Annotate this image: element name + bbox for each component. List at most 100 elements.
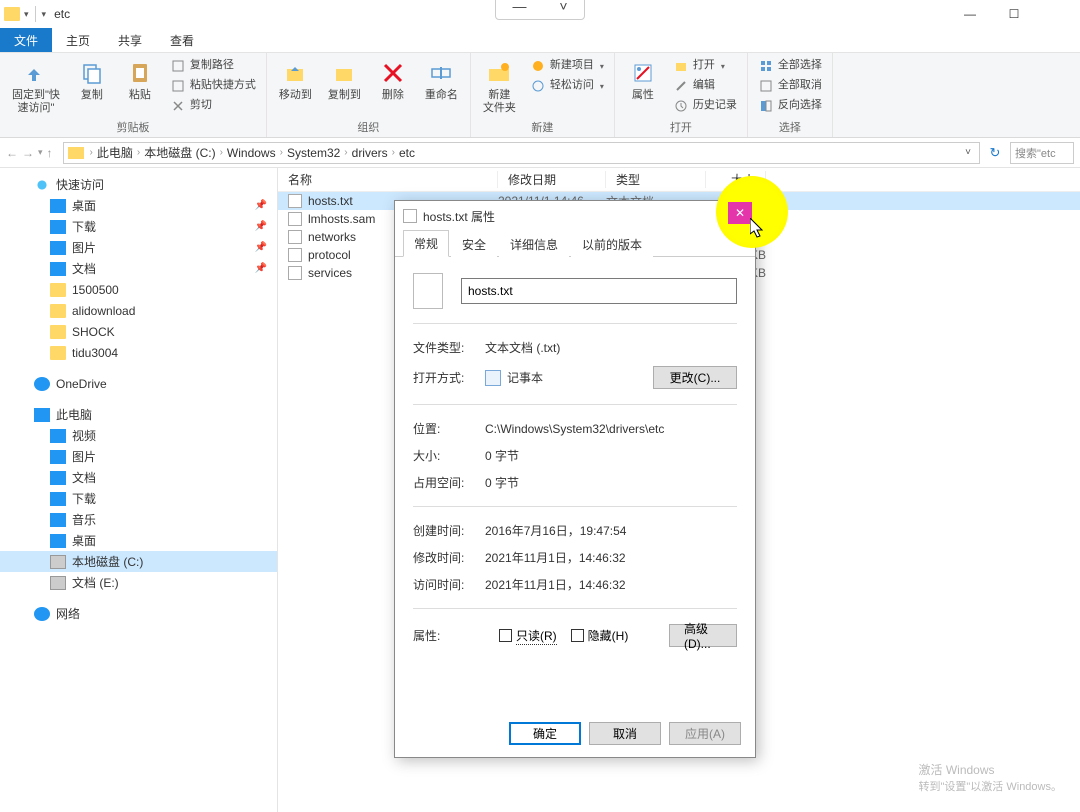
tab-security[interactable]: 安全 xyxy=(451,231,497,257)
maximize-button[interactable]: ☐ xyxy=(992,0,1036,28)
sidebar-quick-access[interactable]: 快速访问 xyxy=(0,174,277,195)
sidebar-item-pictures[interactable]: 图片📌 xyxy=(0,237,277,258)
up-button[interactable]: ↑ xyxy=(47,146,53,160)
refresh-button[interactable]: ↻ xyxy=(984,145,1006,161)
move-to-button[interactable]: 移动到 xyxy=(275,57,316,104)
folder-icon xyxy=(50,325,66,339)
cancel-button[interactable]: 取消 xyxy=(589,722,661,745)
crumb-system32[interactable]: System32 xyxy=(283,146,344,160)
filename-input[interactable]: hosts.txt xyxy=(461,278,737,304)
crumb-drivers[interactable]: drivers xyxy=(348,146,392,160)
apply-button[interactable]: 应用(A) xyxy=(669,722,741,745)
pin-quick-access-button[interactable]: 固定到"快 速访问" xyxy=(8,57,64,117)
rename-button[interactable]: 重命名 xyxy=(421,57,462,104)
sidebar-item-drive-e[interactable]: 文档 (E:) xyxy=(0,572,277,593)
tab-details[interactable]: 详细信息 xyxy=(499,231,569,257)
sidebar-item-documents[interactable]: 文档 xyxy=(0,467,277,488)
tab-previous-versions[interactable]: 以前的版本 xyxy=(571,231,653,257)
col-name[interactable]: 名称 xyxy=(278,171,498,188)
breadcrumb[interactable]: › 此电脑› 本地磁盘 (C:)› Windows› System32› dri… xyxy=(63,142,980,164)
readonly-checkbox[interactable]: 只读(R) xyxy=(499,627,557,645)
history-button[interactable]: 历史记录 xyxy=(671,97,739,115)
qa-overflow-icon[interactable]: ▾ xyxy=(42,9,47,20)
delete-button[interactable]: 删除 xyxy=(373,57,413,104)
size-label: 大小: xyxy=(413,447,485,464)
sidebar-item-downloads[interactable]: 下载 xyxy=(0,488,277,509)
sidebar-item-folder[interactable]: 1500500 xyxy=(0,279,277,300)
sidebar-onedrive[interactable]: OneDrive xyxy=(0,373,277,394)
easy-access-button[interactable]: 轻松访问▾ xyxy=(528,77,606,95)
back-button[interactable]: ← xyxy=(6,146,18,160)
sidebar-item-videos[interactable]: 视频 xyxy=(0,425,277,446)
sidebar-this-pc[interactable]: 此电脑 xyxy=(0,404,277,425)
sidebar-network[interactable]: 网络 xyxy=(0,603,277,624)
paste-button[interactable]: 粘贴 xyxy=(120,57,160,104)
tab-share[interactable]: 共享 xyxy=(104,28,156,52)
properties-button[interactable]: 属性 xyxy=(623,57,663,104)
pin-icon xyxy=(22,59,50,87)
sidebar-item-drive-c[interactable]: 本地磁盘 (C:) xyxy=(0,551,277,572)
recent-locations-icon[interactable]: ▾ xyxy=(38,147,43,158)
copy-path-button[interactable]: 复制路径 xyxy=(168,57,236,75)
bubble-chevron-icon[interactable]: ˅ xyxy=(559,0,567,14)
new-folder-button[interactable]: 新建 文件夹 xyxy=(479,57,520,117)
help-bubble: — ˅ xyxy=(495,0,585,20)
new-item-button[interactable]: 新建项目▾ xyxy=(528,57,606,75)
advanced-button[interactable]: 高级(D)... xyxy=(669,624,737,647)
minimize-button[interactable]: — xyxy=(948,0,992,28)
cut-icon xyxy=(170,98,186,114)
sidebar-item-folder[interactable]: tidu3004 xyxy=(0,342,277,363)
ok-button[interactable]: 确定 xyxy=(509,722,581,745)
dialog-titlebar[interactable]: hosts.txt 属性 xyxy=(395,201,755,231)
sidebar-item-music[interactable]: 音乐 xyxy=(0,509,277,530)
documents-icon xyxy=(50,262,66,276)
tab-file[interactable]: 文件 xyxy=(0,28,52,52)
video-icon xyxy=(50,429,66,443)
sidebar-item-documents[interactable]: 文档📌 xyxy=(0,258,277,279)
copy-to-button[interactable]: 复制到 xyxy=(324,57,365,104)
open-button[interactable]: 打开▾ xyxy=(671,57,727,75)
select-none-button[interactable]: 全部取消 xyxy=(756,77,824,95)
paste-shortcut-icon xyxy=(170,78,186,94)
dialog-close-button[interactable]: ✕ xyxy=(728,202,752,224)
sidebar-item-desktop[interactable]: 桌面 xyxy=(0,530,277,551)
sidebar-item-folder[interactable]: alidownload xyxy=(0,300,277,321)
file-icon xyxy=(288,266,302,280)
select-all-icon xyxy=(758,58,774,74)
tab-view[interactable]: 查看 xyxy=(156,28,208,52)
sidebar-item-downloads[interactable]: 下载📌 xyxy=(0,216,277,237)
checkbox-icon xyxy=(571,629,584,642)
crumb-etc[interactable]: etc xyxy=(395,146,419,160)
star-icon xyxy=(34,178,50,192)
crumb-windows[interactable]: Windows xyxy=(223,146,280,160)
group-label-new: 新建 xyxy=(531,117,553,135)
file-icon xyxy=(288,230,302,244)
sidebar-item-folder[interactable]: SHOCK xyxy=(0,321,277,342)
close-button[interactable] xyxy=(1036,0,1080,28)
col-type[interactable]: 类型 xyxy=(606,171,706,188)
hidden-checkbox[interactable]: 隐藏(H) xyxy=(571,627,629,644)
edit-button[interactable]: 编辑 xyxy=(671,77,717,95)
invert-selection-button[interactable]: 反向选择 xyxy=(756,97,824,115)
cut-button[interactable]: 剪切 xyxy=(168,97,214,115)
tab-home[interactable]: 主页 xyxy=(52,28,104,52)
sidebar-item-pictures[interactable]: 图片 xyxy=(0,446,277,467)
bubble-minimize-icon[interactable]: — xyxy=(512,0,526,14)
forward-button[interactable]: → xyxy=(22,146,34,160)
tab-general[interactable]: 常规 xyxy=(403,230,449,257)
breadcrumb-dropdown-icon[interactable]: ˅ xyxy=(965,147,971,158)
sidebar-item-desktop[interactable]: 桌面📌 xyxy=(0,195,277,216)
change-button[interactable]: 更改(C)... xyxy=(653,366,737,389)
copy-button[interactable]: 复制 xyxy=(72,57,112,104)
created-value: 2016年7月16日，19:47:54 xyxy=(485,522,737,539)
drive-icon xyxy=(50,576,66,590)
paste-shortcut-button[interactable]: 粘贴快捷方式 xyxy=(168,77,258,95)
window-controls: — ☐ xyxy=(948,0,1080,28)
crumb-pc[interactable]: 此电脑 xyxy=(93,144,137,161)
crumb-drive[interactable]: 本地磁盘 (C:) xyxy=(140,144,219,161)
search-input[interactable]: 搜索"etc xyxy=(1010,142,1074,164)
col-date[interactable]: 修改日期 xyxy=(498,171,606,188)
modified-label: 修改时间: xyxy=(413,549,485,566)
qa-dropdown-icon[interactable]: ▾ xyxy=(24,9,29,20)
select-all-button[interactable]: 全部选择 xyxy=(756,57,824,75)
